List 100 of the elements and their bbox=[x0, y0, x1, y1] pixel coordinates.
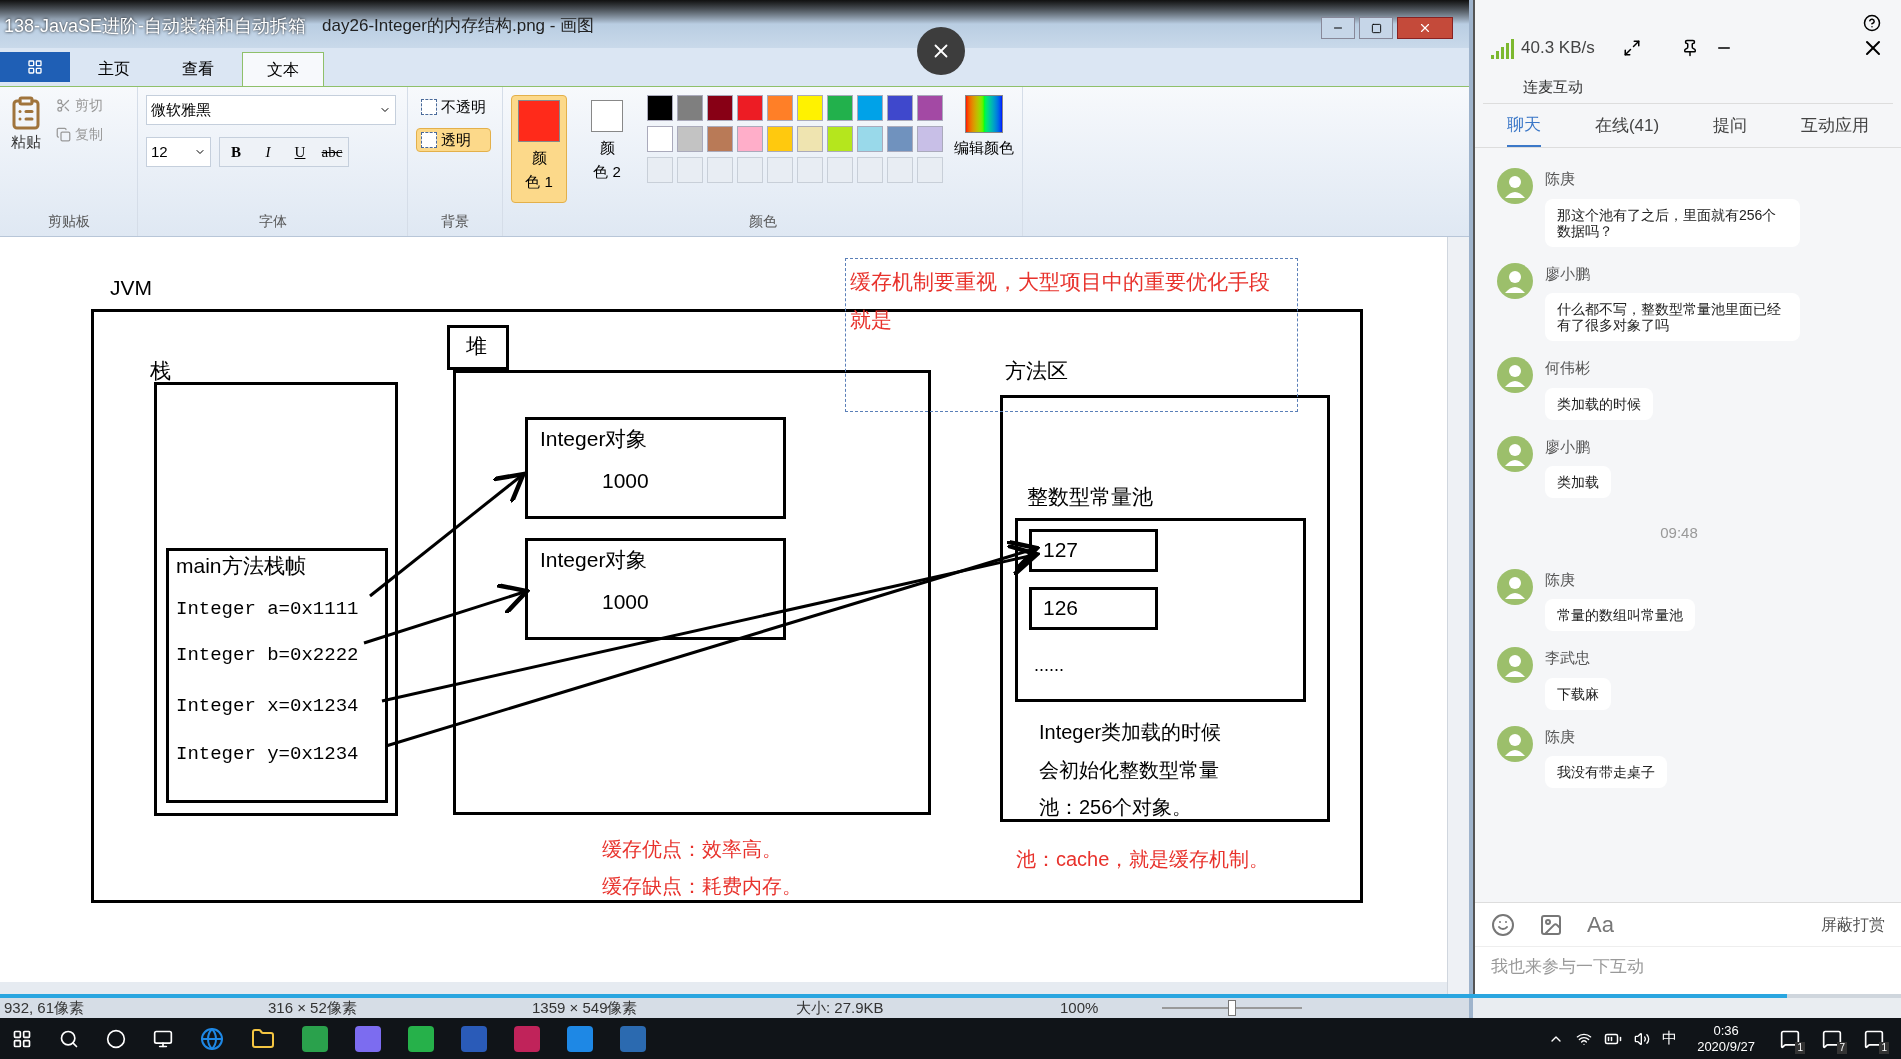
app-icon[interactable] bbox=[514, 1025, 540, 1052]
heap-label-box bbox=[447, 325, 509, 370]
color-swatch[interactable] bbox=[767, 95, 794, 121]
color-swatch[interactable] bbox=[737, 126, 764, 152]
font-style-button[interactable]: abc bbox=[316, 138, 348, 166]
sender-name: 陈庚 bbox=[1545, 726, 1576, 747]
color-slot-button[interactable]: 颜色 1 bbox=[511, 95, 568, 203]
chat-tab[interactable]: 在线(41) bbox=[1594, 104, 1660, 147]
input-method-indicator[interactable]: 中 bbox=[1662, 1027, 1678, 1050]
task-view-icon[interactable] bbox=[153, 1028, 173, 1049]
color-swatch[interactable] bbox=[857, 95, 884, 121]
app-icon[interactable] bbox=[620, 1025, 646, 1052]
zoom-thumb[interactable] bbox=[1228, 1000, 1237, 1016]
copy-icon bbox=[56, 127, 71, 142]
empty-swatch[interactable] bbox=[677, 157, 704, 183]
image-icon[interactable] bbox=[1539, 912, 1563, 937]
group-label: 颜色 bbox=[747, 212, 778, 231]
avatar-icon bbox=[1497, 262, 1533, 299]
empty-swatch[interactable] bbox=[647, 157, 674, 183]
search-icon[interactable] bbox=[59, 1028, 79, 1049]
chat-message: 那这个池有了之后，里面就有256个数据吗？ bbox=[1545, 198, 1800, 247]
font-style-button[interactable]: U bbox=[284, 138, 316, 166]
volume-icon[interactable] bbox=[1634, 1030, 1651, 1047]
windows-icon[interactable] bbox=[12, 1028, 32, 1049]
notification-icon[interactable] bbox=[1780, 1028, 1800, 1049]
color-swatch[interactable] bbox=[677, 126, 704, 152]
expand-icon[interactable] bbox=[1622, 38, 1641, 57]
variable-line: Integer y=0x1234 bbox=[176, 742, 359, 767]
app-menu-button[interactable] bbox=[0, 52, 70, 82]
color-swatch[interactable] bbox=[857, 126, 884, 152]
chat-tab[interactable]: 提问 bbox=[1713, 104, 1748, 147]
ribbon-tab[interactable]: 文本 bbox=[242, 52, 324, 86]
zoom-slider[interactable] bbox=[1162, 1000, 1303, 1016]
color-swatch[interactable] bbox=[917, 95, 944, 121]
color-swatch[interactable] bbox=[677, 95, 704, 121]
drawing-canvas[interactable] bbox=[0, 237, 1447, 982]
group-label: 剪贴板 bbox=[46, 212, 91, 231]
font-size-dropdown[interactable]: 12 bbox=[146, 137, 211, 167]
chat-tab[interactable]: 互动应用 bbox=[1801, 104, 1869, 147]
notification-icon[interactable] bbox=[1822, 1028, 1842, 1049]
color-swatch[interactable] bbox=[767, 126, 794, 152]
app-icon[interactable] bbox=[567, 1025, 593, 1052]
empty-swatch[interactable] bbox=[857, 157, 884, 183]
background-option[interactable]: 不透明 bbox=[416, 95, 491, 120]
chat-input-field[interactable]: 我也来参与一下互动 bbox=[1475, 946, 1901, 994]
variable-line: Integer b=0x2222 bbox=[176, 643, 359, 668]
scissors-icon bbox=[56, 98, 71, 113]
app-icon[interactable] bbox=[408, 1025, 434, 1052]
font-style-button[interactable]: B bbox=[220, 138, 252, 166]
empty-swatch[interactable] bbox=[737, 157, 764, 183]
font-style-button[interactable]: I bbox=[252, 138, 284, 166]
chat-message: 类加载 bbox=[1545, 466, 1611, 498]
app-icon[interactable] bbox=[355, 1025, 381, 1052]
variable-line: Integer a=0x1111 bbox=[176, 597, 359, 622]
color-swatch[interactable] bbox=[887, 126, 914, 152]
folder-icon[interactable] bbox=[251, 1026, 275, 1051]
empty-swatch[interactable] bbox=[827, 157, 854, 183]
text-format-button[interactable]: Aa bbox=[1587, 908, 1614, 941]
ribbon-tab[interactable]: 查看 bbox=[158, 52, 238, 86]
color-swatch[interactable] bbox=[647, 95, 674, 121]
app-icon[interactable] bbox=[461, 1025, 487, 1052]
empty-swatch[interactable] bbox=[887, 157, 914, 183]
color-swatch[interactable] bbox=[827, 95, 854, 121]
empty-swatch[interactable] bbox=[767, 157, 794, 183]
close-button[interactable] bbox=[1397, 17, 1453, 39]
frame-title: main方法栈帧 bbox=[176, 553, 306, 579]
ribbon-tab[interactable]: 主页 bbox=[74, 52, 154, 86]
chat-tab[interactable]: 聊天 bbox=[1507, 104, 1541, 147]
font-family-dropdown[interactable]: 微软雅黑 bbox=[146, 95, 396, 125]
color-swatch[interactable] bbox=[707, 126, 734, 152]
color-swatch[interactable] bbox=[827, 126, 854, 152]
edit-colors-button[interactable]: 编辑颜色 bbox=[954, 95, 1014, 203]
paste-button[interactable]: 粘贴 bbox=[8, 95, 44, 154]
chat-message: 类加载的时候 bbox=[1545, 387, 1653, 420]
color-swatch[interactable] bbox=[917, 126, 944, 152]
vertical-scrollbar[interactable] bbox=[1447, 237, 1469, 994]
emoji-icon[interactable] bbox=[1491, 912, 1515, 937]
color-swatch[interactable] bbox=[887, 95, 914, 121]
color-swatch[interactable] bbox=[647, 126, 674, 152]
color-swatch[interactable] bbox=[737, 95, 764, 121]
app-icon[interactable] bbox=[302, 1025, 328, 1052]
empty-swatch[interactable] bbox=[917, 157, 944, 183]
empty-swatch[interactable] bbox=[797, 157, 824, 183]
ellipsis-text: ...... bbox=[1034, 654, 1064, 677]
empty-swatch[interactable] bbox=[707, 157, 734, 183]
chat-timestamp: 09:48 bbox=[1660, 523, 1698, 543]
maximize-button[interactable] bbox=[1359, 17, 1393, 39]
color-swatch[interactable] bbox=[797, 95, 824, 121]
cursor-position: 932, 61像素 bbox=[4, 997, 86, 1018]
help-icon[interactable] bbox=[1863, 14, 1881, 32]
color-swatch[interactable] bbox=[707, 95, 734, 121]
horizontal-scrollbar[interactable] bbox=[0, 982, 1447, 994]
background-option[interactable]: 透明 bbox=[416, 127, 491, 152]
video-title: 138-JavaSE进阶-自动装箱和自动拆箱 bbox=[3, 14, 307, 38]
clock[interactable]: 0:36 2020/9/27 bbox=[1689, 1022, 1763, 1055]
color-slot-button[interactable]: 颜色 2 bbox=[579, 95, 636, 203]
color-swatch[interactable] bbox=[797, 126, 824, 152]
notification-icon[interactable] bbox=[1864, 1028, 1884, 1049]
block-rewards-toggle[interactable]: 屏蔽打赏 bbox=[1821, 912, 1885, 937]
browser-icon[interactable] bbox=[200, 1026, 224, 1051]
